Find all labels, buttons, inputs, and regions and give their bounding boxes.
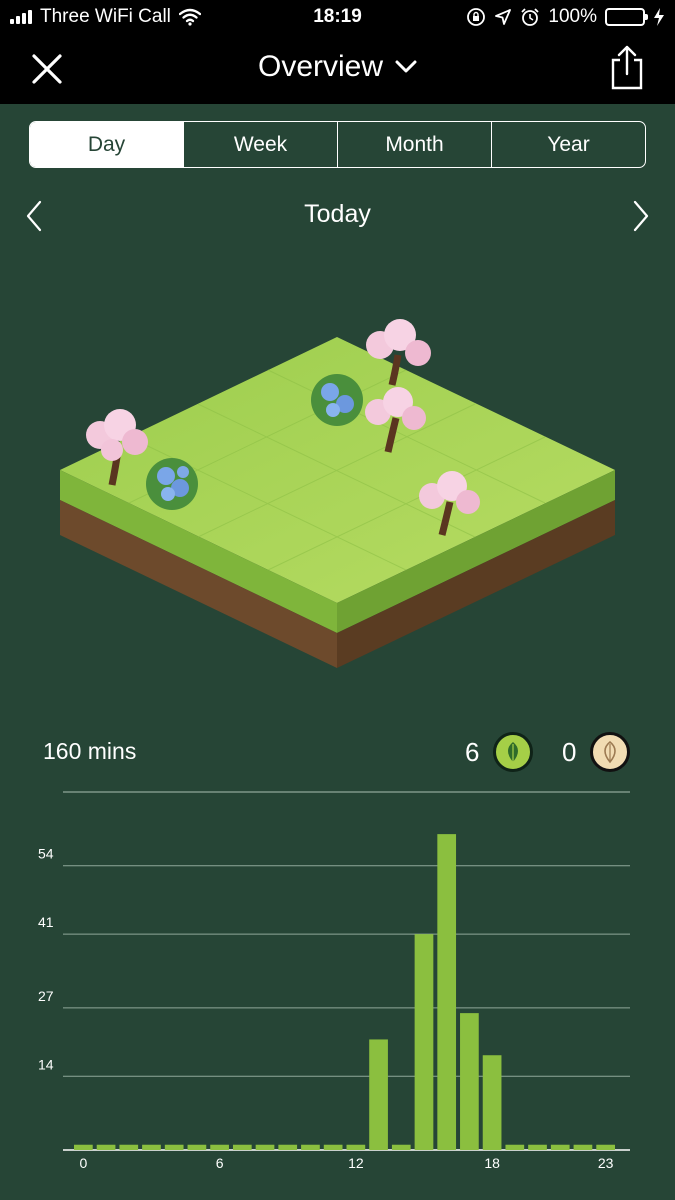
dead-trees-stat: 0 [562,732,631,772]
period-segmented-control: Day Week Month Year [29,121,646,168]
chart-bar [505,1144,525,1150]
segment-month[interactable]: Month [337,122,491,167]
nav-title: Overview [0,50,675,84]
chevron-right-icon[interactable] [625,200,655,232]
chart-bar [164,1144,184,1150]
chart-bar [96,1144,116,1150]
navigation-bar: Overview [0,36,675,104]
chart-bar [414,934,434,1150]
x-tick-label: 6 [216,1155,224,1171]
nav-title-label: Overview [257,50,384,83]
forest-illustration [60,319,615,668]
share-icon[interactable] [609,44,645,92]
x-tick-label: 0 [79,1155,87,1171]
dead-leaf-icon [590,732,631,772]
y-tick-label: 14 [38,1056,54,1072]
x-tick-label: 23 [598,1155,614,1171]
hourly-focus-chart: 14 27 41 54 0 6 12 18 23 [38,791,630,1171]
chart-bar [74,1144,93,1150]
x-tick-label: 18 [484,1155,500,1171]
chevron-down-icon [395,60,417,73]
chart-bar [323,1144,343,1150]
segment-day[interactable]: Day [30,122,183,167]
status-bar: Three WiFi Call 18:19 100% [0,0,675,36]
stats-row: 160 mins 6 0 [0,728,675,776]
location-icon [495,9,512,25]
healthy-leaf-icon [493,732,534,772]
chart-bar [482,1055,502,1150]
chart-bar [301,1144,320,1150]
chart-bar [346,1144,366,1150]
dead-trees-count: 0 [562,736,577,767]
chart-bar [528,1144,547,1150]
chart-bar [142,1144,161,1150]
y-tick-label: 41 [38,914,54,930]
chart-bar [210,1144,229,1150]
healthy-trees-stat: 6 [465,732,534,772]
y-tick-label: 54 [38,846,54,862]
x-tick-label: 12 [348,1155,364,1171]
chart-bar [391,1144,411,1150]
bush-blue-back [311,374,363,426]
battery-percent: 100% [548,6,597,27]
chart-bar [573,1144,593,1150]
chart-bar [369,1039,388,1150]
chart-bar [550,1144,570,1150]
segment-week[interactable]: Week [183,122,337,167]
orientation-lock-icon [467,8,486,26]
total-focus-time: 160 mins [43,738,137,764]
y-tick-label: 27 [38,988,54,1004]
battery-icon [605,8,648,26]
chart-bar [232,1144,252,1150]
period-label: Today [304,200,371,228]
overview-dropdown[interactable]: Overview [258,50,417,84]
charging-icon [654,8,664,26]
bush-blue-left [146,458,198,510]
healthy-trees-count: 6 [465,736,480,767]
chart-bar [119,1144,139,1150]
chart-bar [596,1144,615,1150]
chart-bar [437,834,457,1150]
alarm-icon [521,8,540,26]
status-right: 100% [466,6,665,28]
chart-bar [187,1144,207,1150]
period-navigator: Today [0,196,675,236]
chart-bar [278,1144,298,1150]
chart-bar [460,1013,479,1150]
segment-year[interactable]: Year [491,122,645,167]
chart-bar [255,1144,275,1150]
